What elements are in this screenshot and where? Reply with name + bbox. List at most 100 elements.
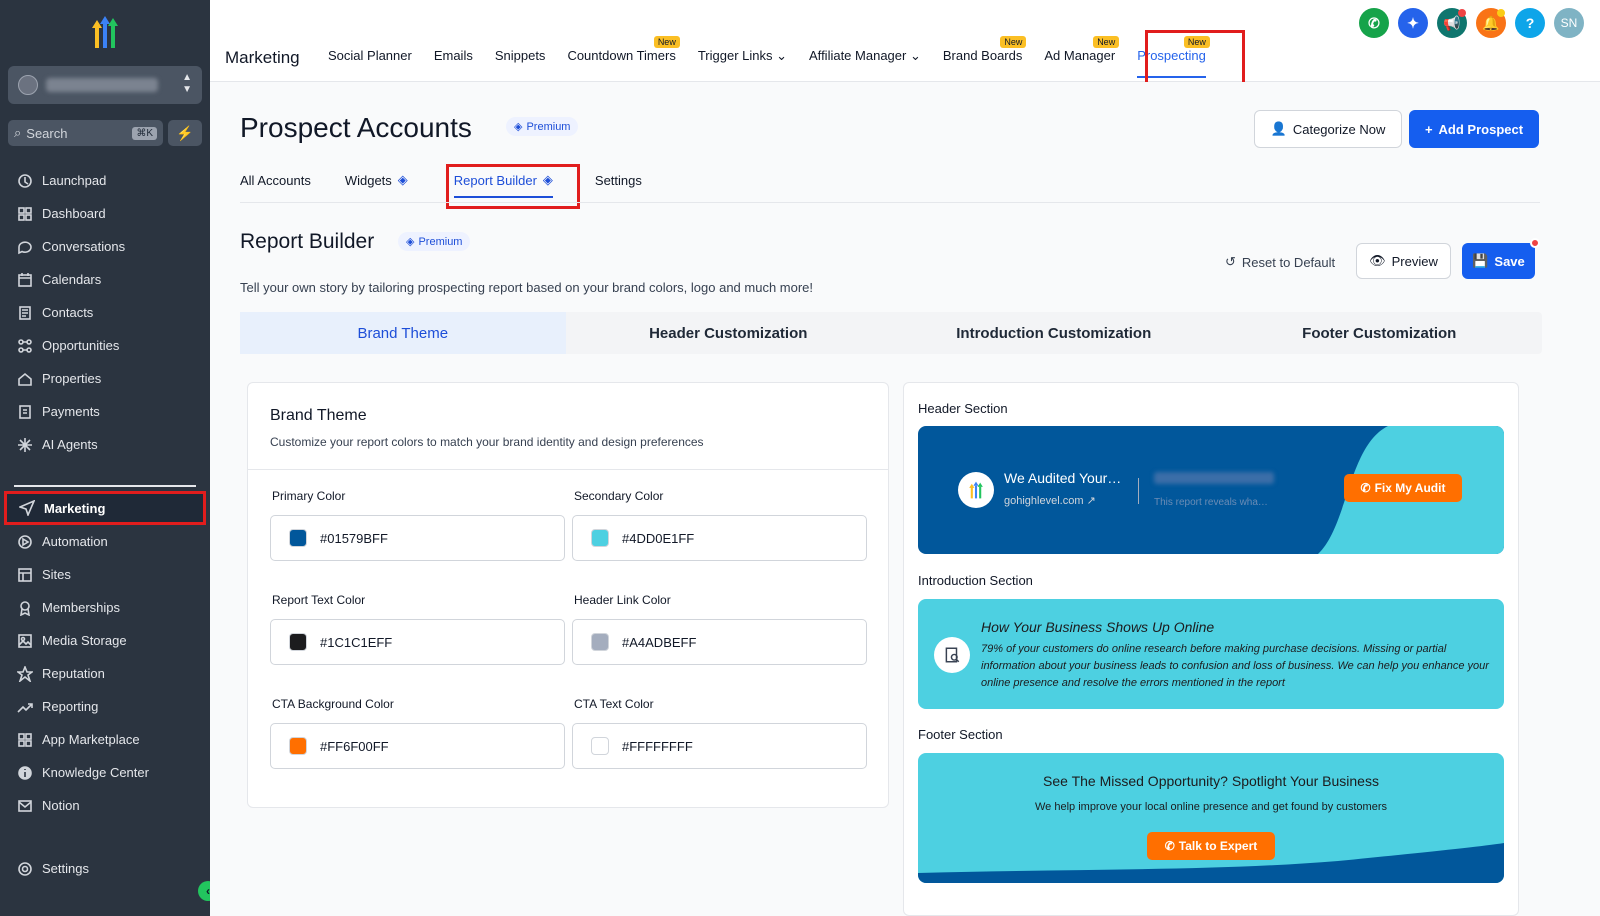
sidebar-item-marketing[interactable]: Marketing bbox=[4, 491, 206, 525]
color-value: #A4ADBEFF bbox=[622, 634, 697, 650]
premium-badge: ◈ Premium bbox=[506, 117, 579, 136]
color-value: #1C1C1EFF bbox=[320, 634, 393, 650]
topnav-trigger-links[interactable]: Trigger Links ⌄ bbox=[698, 48, 787, 64]
button-label: Add Prospect bbox=[1438, 121, 1524, 137]
account-switcher[interactable]: ▲ ▼ bbox=[8, 66, 202, 104]
sidebar-divider bbox=[14, 485, 196, 487]
color-swatch[interactable] bbox=[289, 737, 307, 755]
megaphone-icon[interactable]: 📢 bbox=[1437, 8, 1467, 38]
rocket-icon bbox=[16, 172, 34, 190]
tab-introduction-customization[interactable]: Introduction Customization bbox=[891, 312, 1217, 354]
sidebar-item-automation[interactable]: Automation bbox=[0, 525, 210, 558]
sidebar-item-label: Conversations bbox=[42, 239, 126, 254]
sidebar-item-contacts[interactable]: Contacts bbox=[0, 296, 210, 329]
categorize-now-button[interactable]: 👤 Categorize Now bbox=[1254, 110, 1402, 148]
footer-text: We help improve your local online presen… bbox=[1035, 801, 1387, 813]
diamond-icon: ◈ bbox=[514, 121, 523, 133]
bell-icon[interactable]: 🔔 bbox=[1476, 8, 1506, 38]
tab-header-customization[interactable]: Header Customization bbox=[566, 312, 892, 354]
topnav-ad-manager[interactable]: Ad Manager New bbox=[1044, 36, 1120, 64]
save-button[interactable]: 💾 Save bbox=[1462, 238, 1540, 279]
sidebar-item-notion[interactable]: Notion bbox=[0, 789, 210, 822]
topnav-brand-boards[interactable]: Brand Boards New bbox=[943, 36, 1027, 64]
floppy-icon: 💾 bbox=[1472, 253, 1489, 268]
sidebar-item-dashboard[interactable]: Dashboard bbox=[0, 197, 210, 230]
color-swatch[interactable] bbox=[591, 529, 609, 547]
tab-settings[interactable]: Settings bbox=[595, 172, 642, 188]
brand-theme-card: Brand Theme Customize your report colors… bbox=[247, 382, 889, 808]
sidebar-item-knowledge-center[interactable]: Knowledge Center bbox=[0, 756, 210, 789]
reset-icon: ↺ bbox=[1225, 254, 1236, 269]
header-section-label: Header Section bbox=[918, 401, 1008, 416]
sidebar: ▲ ▼ ⌕ Search ⌘K ⚡ Launchpad Dashboard Con… bbox=[0, 0, 218, 916]
sidebar-search[interactable]: ⌕ Search ⌘K bbox=[8, 120, 163, 146]
premium-label: Premium bbox=[418, 235, 463, 248]
sidebar-item-payments[interactable]: Payments bbox=[0, 395, 210, 428]
color-swatch[interactable] bbox=[289, 529, 307, 547]
sidebar-item-label: Marketing bbox=[44, 500, 106, 516]
sidebar-item-app-marketplace[interactable]: App Marketplace bbox=[0, 723, 210, 756]
topbar: Marketing Social Planner Emails Snippets… bbox=[210, 0, 1600, 88]
add-prospect-button[interactable]: + Add Prospect bbox=[1409, 110, 1539, 148]
topnav-emails[interactable]: Emails bbox=[434, 48, 473, 64]
sidebar-item-label: Settings bbox=[42, 861, 89, 876]
sidebar-item-label: Sites bbox=[42, 567, 71, 582]
user-avatar[interactable]: SN bbox=[1554, 8, 1584, 38]
primary-color-field[interactable]: #01579BFF bbox=[270, 515, 565, 561]
highlight-prospecting-box bbox=[1145, 30, 1245, 88]
cta-background-color-field[interactable]: #FF6F00FF bbox=[270, 723, 565, 769]
sidebar-item-reputation[interactable]: Reputation bbox=[0, 657, 210, 690]
home-icon bbox=[16, 370, 34, 388]
topnav-affiliate-manager[interactable]: Affiliate Manager ⌄ bbox=[809, 48, 921, 64]
tab-all-accounts[interactable]: All Accounts bbox=[240, 172, 311, 188]
sidebar-item-settings[interactable]: Settings bbox=[0, 852, 210, 885]
notification-dot bbox=[1497, 9, 1505, 17]
header-divider bbox=[1138, 478, 1139, 504]
quick-action-bolt-icon[interactable]: ⚡ bbox=[168, 120, 202, 146]
report-builder-description: Tell your own story by tailoring prospec… bbox=[240, 280, 814, 295]
reset-to-default-button[interactable]: ↺ Reset to Default bbox=[1225, 254, 1335, 270]
cta-text-color-field[interactable]: #FFFFFFFF bbox=[572, 723, 867, 769]
sidebar-item-sites[interactable]: Sites bbox=[0, 558, 210, 591]
topnav-countdown-timers[interactable]: Countdown Timers New bbox=[567, 36, 680, 64]
fix-my-audit-button[interactable]: ✆ Fix My Audit bbox=[1344, 474, 1462, 502]
header-link-color-field[interactable]: #A4ADBEFF bbox=[572, 619, 867, 665]
sidebar-item-launchpad[interactable]: Launchpad bbox=[0, 164, 210, 197]
color-swatch[interactable] bbox=[591, 633, 609, 651]
button-label: Reset to Default bbox=[1241, 254, 1336, 270]
sidebar-item-properties[interactable]: Properties bbox=[0, 362, 210, 395]
secondary-color-field[interactable]: #4DD0E1FF bbox=[572, 515, 867, 561]
color-swatch[interactable] bbox=[591, 737, 609, 755]
topnav-label: Social Planner bbox=[328, 48, 412, 63]
sidebar-item-media-storage[interactable]: Media Storage bbox=[0, 624, 210, 657]
calendar-icon bbox=[16, 271, 34, 289]
report-preview-panel: Header Section We Audited Your… gohighle… bbox=[903, 382, 1519, 916]
premium-badge: ◈ Premium bbox=[398, 232, 471, 251]
sidebar-item-ai-agents[interactable]: AI Agents bbox=[0, 428, 210, 461]
sidebar-item-memberships[interactable]: Memberships bbox=[0, 591, 210, 624]
color-swatch[interactable] bbox=[289, 633, 307, 651]
sidebar-item-label: Contacts bbox=[42, 305, 94, 320]
help-icon[interactable]: ? bbox=[1515, 8, 1545, 38]
brand-logo[interactable] bbox=[84, 14, 126, 50]
sidebar-item-opportunities[interactable]: Opportunities bbox=[0, 329, 210, 362]
sidebar-item-label: Reputation bbox=[42, 666, 105, 681]
topnav-snippets[interactable]: Snippets bbox=[495, 48, 546, 64]
report-text-color-field[interactable]: #1C1C1EFF bbox=[270, 619, 565, 665]
chevron-down-icon: ⌄ bbox=[909, 48, 921, 63]
sidebar-item-calendars[interactable]: Calendars bbox=[0, 263, 210, 296]
apps-icon bbox=[16, 731, 34, 749]
sidebar-item-reporting[interactable]: Reporting bbox=[0, 690, 210, 723]
chevron-down-icon: ⌄ bbox=[776, 48, 788, 63]
phone-icon[interactable]: ✆ bbox=[1359, 8, 1389, 38]
tab-footer-customization[interactable]: Footer Customization bbox=[1217, 312, 1543, 354]
sidebar-item-conversations[interactable]: Conversations bbox=[0, 230, 210, 263]
ai-sparkle-icon[interactable]: ✦ bbox=[1398, 8, 1428, 38]
preview-button[interactable]: 👁 Preview bbox=[1356, 243, 1451, 279]
introduction-section-label: Introduction Section bbox=[918, 573, 1033, 588]
topnav-social-planner[interactable]: Social Planner bbox=[328, 48, 412, 64]
sidebar-item-label: Launchpad bbox=[42, 173, 107, 188]
header-link[interactable]: gohighlevel.com ↗ bbox=[1004, 494, 1096, 507]
tab-brand-theme[interactable]: Brand Theme bbox=[240, 312, 566, 354]
tab-widgets[interactable]: Widgets ◈ bbox=[345, 172, 408, 188]
